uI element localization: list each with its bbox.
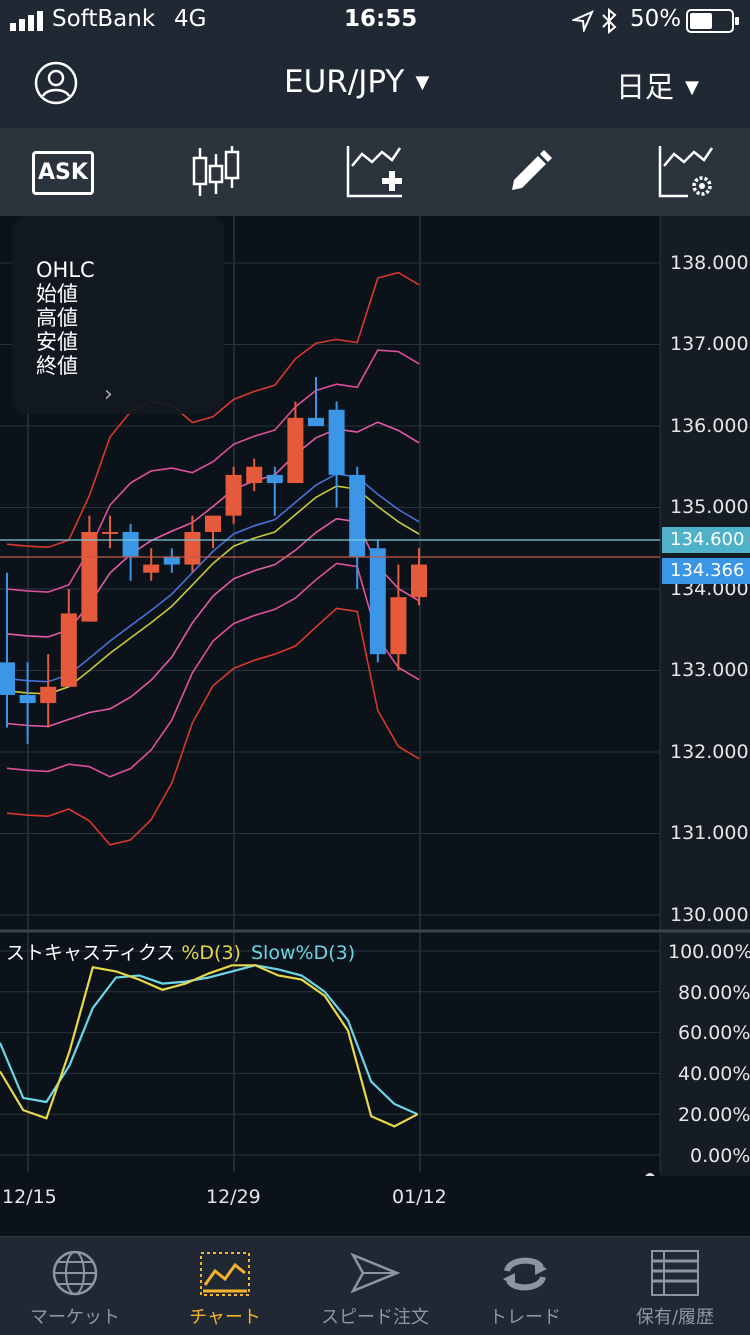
slow-series-label: Slow%D(3): [251, 942, 356, 964]
indicator-name: ストキャスティクス: [6, 942, 176, 964]
candle-body: [390, 597, 407, 655]
ohlc-title: OHLC: [36, 258, 95, 282]
date-axis: [0, 1176, 750, 1236]
bid-price-tag: 134.366: [662, 558, 750, 584]
indicator-tick: 80.00%: [678, 982, 750, 1004]
list-icon: [651, 1250, 699, 1296]
candle-body: [19, 694, 36, 704]
candle-body: [60, 613, 77, 687]
exchange-icon: [503, 1257, 547, 1291]
high-label: 高値: [36, 306, 78, 330]
carrier-label: SoftBank: [52, 6, 156, 32]
tab-bar: マーケット チャート スピード注文 トレード 保有/履歴: [0, 1236, 750, 1335]
candle-body: [287, 417, 304, 484]
chevron-down-icon: ▼: [415, 72, 430, 93]
timeframe-selector[interactable]: 日足 ▼: [616, 64, 699, 104]
candle-body: [266, 474, 283, 484]
bluetooth-icon: [602, 8, 617, 34]
candle-body: [81, 531, 98, 622]
indicator-legend: ストキャスティクス %D(3) Slow%D(3): [6, 938, 355, 965]
account-icon[interactable]: [33, 60, 79, 106]
candle-body: [163, 556, 180, 565]
pair-label: EUR/JPY: [284, 64, 405, 100]
d-line: [0, 964, 419, 1128]
price-tick: 136.000: [670, 415, 749, 437]
clock: 16:55: [344, 6, 418, 32]
network-label: 4G: [174, 6, 207, 32]
status-bar: SoftBank 4G 16:55 50%: [0, 0, 750, 42]
d-series-label: %D(3): [181, 942, 241, 964]
date-label: 12/29: [206, 1186, 261, 1208]
price-tick: 137.000: [670, 333, 749, 355]
price-tick: 135.000: [670, 496, 749, 518]
date-label: 12/15: [2, 1186, 57, 1208]
tab-chart[interactable]: チャート: [150, 1237, 300, 1335]
pair-selector[interactable]: EUR/JPY ▼: [284, 64, 429, 104]
candle-body: [102, 531, 118, 534]
candle-body: [205, 515, 221, 532]
tab-trade[interactable]: トレード: [450, 1237, 600, 1335]
candlestick-type-icon[interactable]: [190, 144, 242, 200]
indicator-tick: 60.00%: [678, 1022, 750, 1044]
indicator-tick: 40.00%: [678, 1063, 750, 1085]
header: EUR/JPY ▼ 日足 ▼: [0, 42, 750, 128]
candle-body: [40, 686, 57, 704]
drawing-pencil-icon[interactable]: [506, 148, 554, 196]
chart-icon: [200, 1252, 250, 1296]
open-label: 始値: [36, 282, 78, 306]
price-tick: 132.000: [670, 741, 749, 763]
indicator-settings-icon[interactable]: [658, 144, 716, 200]
candle-body: [328, 409, 345, 475]
tab-speed-order[interactable]: スピード注文: [300, 1237, 450, 1335]
ohlc-panel[interactable]: OHLC 始値 高値 安値 終値 ›: [12, 216, 224, 414]
signal-icon: [10, 11, 43, 31]
candle-body: [349, 474, 366, 557]
tab-positions-history[interactable]: 保有/履歴: [600, 1237, 750, 1335]
candle-body: [143, 564, 160, 573]
date-label: 01/12: [392, 1186, 447, 1208]
chevron-right-icon[interactable]: ›: [104, 382, 113, 407]
candle-body: [184, 531, 201, 565]
price-tick: 133.000: [670, 659, 749, 681]
tab-market[interactable]: マーケット: [0, 1237, 150, 1335]
tab-label: 保有/履歴: [635, 1307, 715, 1328]
tab-label: スピード注文: [321, 1307, 429, 1328]
ask-price-tag: 134.600: [662, 527, 750, 553]
tab-label: チャート: [189, 1307, 261, 1328]
chart-toolbar: ASK: [0, 128, 750, 216]
candle-body: [411, 564, 427, 598]
price-tick: 131.000: [670, 822, 749, 844]
speed-arrow-icon: [350, 1252, 401, 1294]
price-tick: 138.000: [670, 252, 749, 274]
indicator-tick: 0.00%: [690, 1145, 750, 1167]
ask-toggle-button[interactable]: ASK: [32, 151, 94, 195]
tab-label: トレード: [489, 1307, 561, 1328]
candle-body: [308, 417, 324, 426]
indicator-tick: 20.00%: [678, 1104, 750, 1126]
close-label: 終値: [36, 354, 78, 378]
location-icon: [572, 10, 594, 32]
low-label: 安値: [36, 330, 78, 354]
globe-icon: [52, 1250, 98, 1296]
candle-body: [0, 662, 15, 695]
candle-body: [246, 466, 263, 484]
battery-percent: 50%: [630, 6, 682, 32]
tab-label: マーケット: [30, 1307, 120, 1328]
add-indicator-icon[interactable]: [346, 144, 404, 200]
price-tick: 130.000: [670, 904, 749, 926]
candle-body: [122, 531, 139, 557]
timeframe-label: 日足: [616, 70, 675, 104]
indicator-tick: 100.00%: [668, 941, 750, 963]
candle-body: [369, 548, 386, 655]
battery-icon: [686, 9, 739, 33]
candle-body: [225, 474, 242, 516]
slow-d-line: [0, 964, 419, 1116]
chevron-down-icon: ▼: [685, 77, 699, 98]
